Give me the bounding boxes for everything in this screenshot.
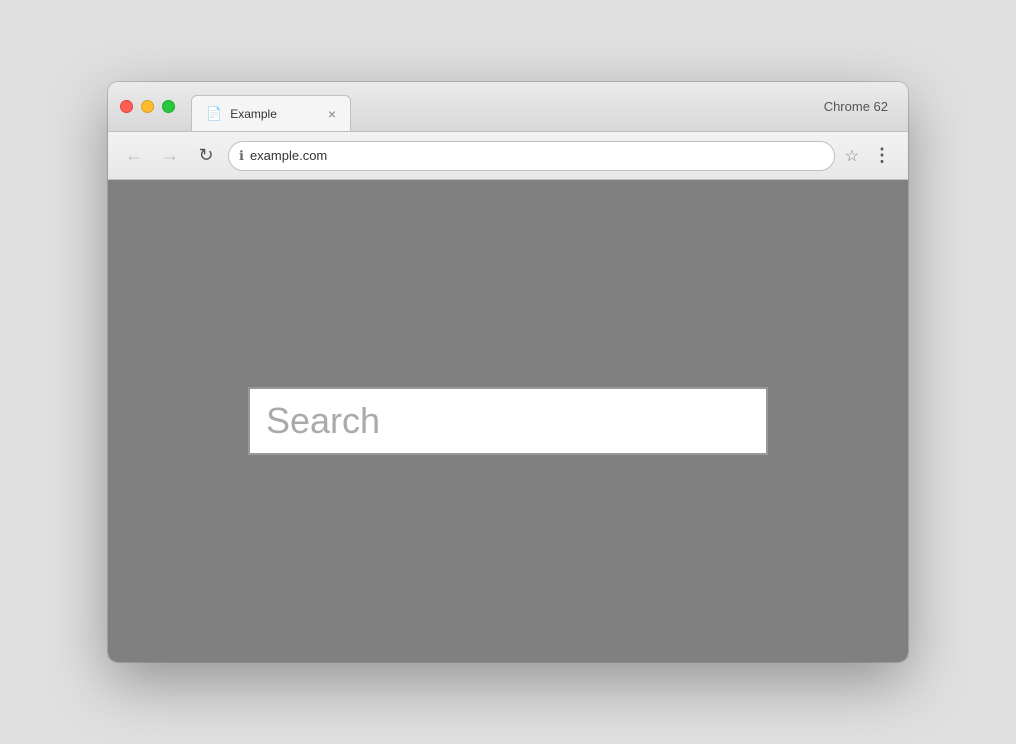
- minimize-button[interactable]: [141, 100, 154, 113]
- chrome-version-label: Chrome 62: [824, 99, 896, 114]
- reload-button[interactable]: ↻: [192, 142, 220, 170]
- tab-area: 📄 Example ×: [175, 82, 824, 131]
- browser-window: 📄 Example × Chrome 62 ← → ↻ ℹ example.co…: [108, 82, 908, 662]
- tab-title: Example: [230, 107, 320, 121]
- address-text: example.com: [250, 148, 824, 163]
- menu-button[interactable]: ⋮: [869, 143, 896, 168]
- forward-button[interactable]: →: [156, 142, 184, 170]
- close-button[interactable]: [120, 100, 133, 113]
- traffic-lights: [120, 100, 175, 113]
- browser-tab[interactable]: 📄 Example ×: [191, 95, 351, 131]
- toolbar: ← → ↻ ℹ example.com ☆ ⋮: [108, 132, 908, 180]
- title-bar: 📄 Example × Chrome 62: [108, 82, 908, 132]
- address-bar[interactable]: ℹ example.com: [228, 141, 835, 171]
- info-icon: ℹ: [239, 148, 244, 164]
- tab-close-button[interactable]: ×: [328, 107, 336, 121]
- search-input[interactable]: [248, 387, 768, 455]
- maximize-button[interactable]: [162, 100, 175, 113]
- tab-icon: 📄: [206, 106, 222, 122]
- page-content: [108, 180, 908, 662]
- bookmark-button[interactable]: ☆: [843, 144, 861, 168]
- back-button[interactable]: ←: [120, 142, 148, 170]
